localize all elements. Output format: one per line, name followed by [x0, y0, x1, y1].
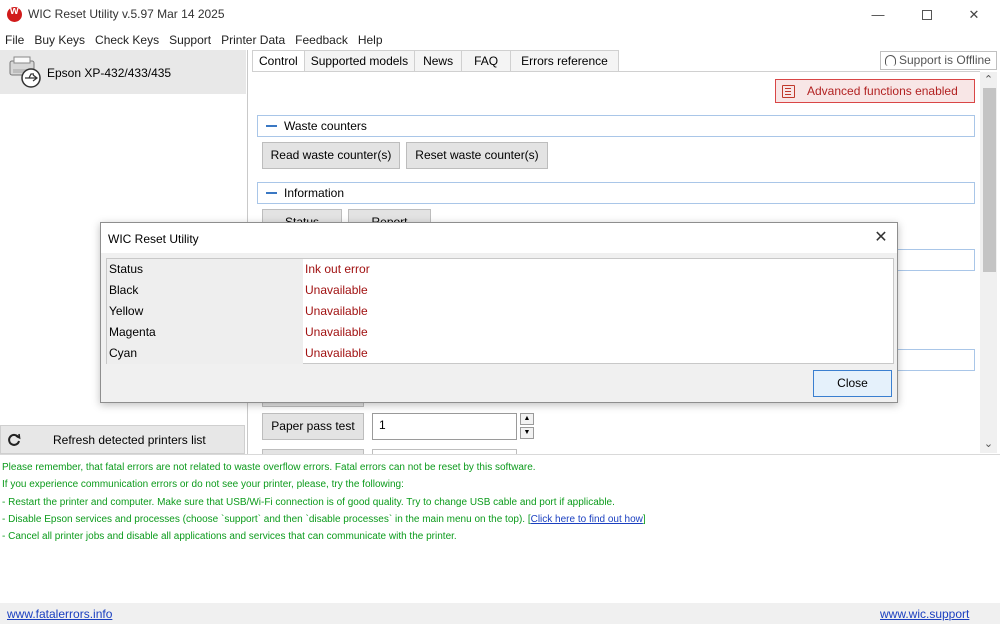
row-value: Unavailable [305, 346, 368, 360]
tab-supported-models[interactable]: Supported models [303, 50, 416, 71]
scroll-down-button[interactable]: ⌄ [980, 436, 997, 452]
menu-feedback[interactable]: Feedback [290, 31, 353, 49]
menu-check-keys[interactable]: Check Keys [90, 31, 164, 49]
refresh-printers-button[interactable]: Refresh detected printers list [0, 425, 245, 454]
row-value: Unavailable [305, 283, 368, 297]
dialog-title-bar: WIC Reset Utility ✕ [101, 223, 897, 253]
info-message: Please remember, that fatal errors are n… [2, 462, 536, 473]
headset-icon [885, 55, 896, 66]
status-dialog: WIC Reset Utility ✕ Status Ink out error… [100, 222, 898, 403]
advanced-functions-button[interactable]: Advanced functions enabled [775, 79, 975, 103]
waste-counters-section[interactable]: Waste counters [257, 115, 975, 137]
maximize-button[interactable] [904, 2, 950, 28]
tab-bar: Control Supported models News FAQ Errors… [252, 50, 619, 71]
scrollbar-thumb[interactable] [983, 88, 996, 272]
dialog-close-icon[interactable]: ✕ [871, 228, 891, 248]
close-window-button[interactable]: ✕ [951, 2, 997, 28]
info-text: ] [642, 514, 646, 525]
row-label: Yellow [107, 301, 303, 322]
maximize-icon [922, 9, 932, 20]
tab-control[interactable]: Control [252, 50, 305, 71]
app-logo-icon [7, 5, 22, 22]
status-area-divider [0, 454, 1000, 455]
dialog-close-button[interactable]: Close [813, 370, 892, 397]
menu-bar: File Buy Keys Check Keys Support Printer… [0, 31, 388, 49]
scroll-up-button[interactable]: ⌃ [980, 72, 997, 88]
refresh-label: Refresh detected printers list [53, 433, 206, 447]
row-label: Black [107, 280, 303, 301]
spin-up-button[interactable]: ▲ [520, 413, 534, 425]
window-title: WIC Reset Utility v.5.97 Mar 14 2025 [28, 7, 225, 21]
tab-news[interactable]: News [414, 50, 463, 71]
support-status-badge[interactable]: Support is Offline [880, 51, 997, 70]
row-value: Unavailable [305, 304, 368, 318]
row-value: Unavailable [305, 325, 368, 339]
footer-bar: www.fatalerrors.info www.wic.support [0, 603, 1000, 624]
find-out-how-link[interactable]: Click here to find out how [531, 514, 643, 525]
tab-faq[interactable]: FAQ [461, 50, 512, 71]
paper-pass-count-input[interactable]: 1 [372, 413, 517, 440]
table-row: Yellow Unavailable [107, 301, 893, 322]
table-row: Cyan Unavailable [107, 343, 893, 364]
hidden-section-header[interactable] [897, 249, 975, 271]
tab-content-border [252, 71, 980, 72]
read-waste-counter-button[interactable]: Read waste counter(s) [262, 142, 400, 169]
row-value: Ink out error [305, 262, 370, 276]
menu-support[interactable]: Support [164, 31, 216, 49]
collapse-icon [266, 125, 277, 127]
info-message: - Cancel all printer jobs and disable al… [2, 531, 457, 542]
tab-errors-reference[interactable]: Errors reference [510, 50, 619, 71]
ink-status-table: Status Ink out error Black Unavailable Y… [106, 258, 894, 364]
usb-printer-icon [9, 56, 41, 88]
menu-printer-data[interactable]: Printer Data [216, 31, 290, 49]
waste-counters-title: Waste counters [284, 119, 367, 133]
list-icon [782, 85, 795, 98]
advanced-functions-label: Advanced functions enabled [807, 84, 958, 98]
row-label: Status [107, 259, 303, 280]
info-message: If you experience communication errors o… [2, 479, 404, 490]
hidden-section-header[interactable] [897, 349, 975, 371]
support-status-label: Support is Offline [899, 53, 991, 67]
information-section[interactable]: Information [257, 182, 975, 204]
row-label: Cyan [107, 343, 303, 364]
table-row: Black Unavailable [107, 280, 893, 301]
paper-pass-test-button[interactable]: Paper pass test [262, 413, 364, 440]
info-message: - Disable Epson services and processes (… [2, 514, 646, 525]
menu-buy-keys[interactable]: Buy Keys [29, 31, 90, 49]
info-text: - Disable Epson services and processes (… [2, 514, 531, 525]
collapse-icon [266, 192, 277, 194]
minimize-button[interactable]: — [855, 2, 901, 28]
table-row: Magenta Unavailable [107, 322, 893, 343]
printer-list-item[interactable]: Epson XP-432/433/435 [0, 50, 246, 94]
refresh-icon [8, 433, 21, 446]
info-message: - Restart the printer and computer. Make… [2, 497, 615, 508]
table-row: Status Ink out error [107, 259, 893, 280]
fatalerrors-link[interactable]: www.fatalerrors.info [7, 607, 112, 621]
dialog-title: WIC Reset Utility [108, 232, 199, 246]
wic-support-link[interactable]: www.wic.support [880, 607, 969, 621]
printer-name: Epson XP-432/433/435 [47, 66, 172, 80]
spin-down-button[interactable]: ▼ [520, 427, 534, 439]
title-bar: WIC Reset Utility v.5.97 Mar 14 2025 — ✕ [0, 0, 1000, 30]
menu-help[interactable]: Help [353, 31, 388, 49]
row-label: Magenta [107, 322, 303, 343]
information-title: Information [284, 186, 345, 200]
reset-waste-counter-button[interactable]: Reset waste counter(s) [406, 142, 548, 169]
menu-file[interactable]: File [0, 31, 29, 49]
